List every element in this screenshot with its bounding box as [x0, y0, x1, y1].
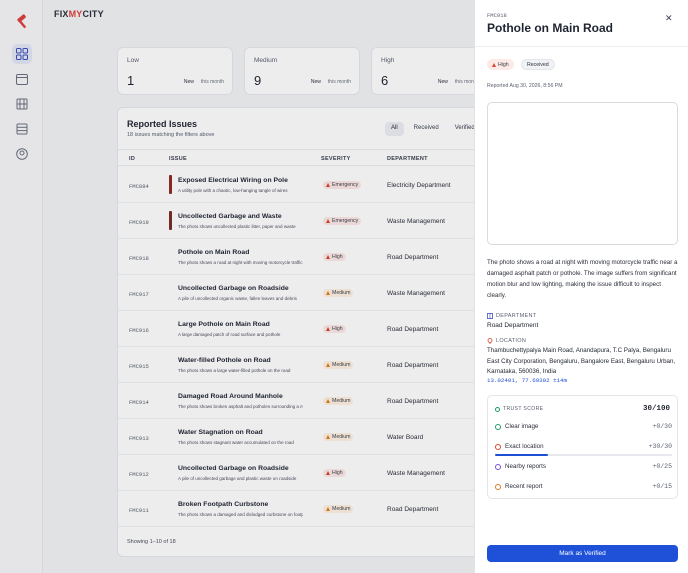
divider [475, 46, 688, 47]
issue-title: Pothole on Main Road [487, 21, 613, 35]
pin-icon [487, 338, 493, 344]
severity-badge: High [487, 59, 514, 70]
trust-score-total: 30/100 [642, 405, 670, 413]
location-coordinates[interactable]: 13.02401, 77.69392 ±14m [487, 377, 567, 384]
trust-item-clear-image: Clear image +0/30 [495, 423, 672, 433]
location-address: Thambuchettypalya Main Road, Anandapura,… [487, 347, 676, 375]
close-icon[interactable]: ✕ [665, 13, 673, 24]
reported-timestamp: Reported Aug 30, 2026, 8:56 PM [487, 83, 563, 89]
status-badge: Received [521, 59, 555, 70]
department-value: Road Department [487, 322, 539, 329]
clock-icon [495, 484, 501, 490]
trust-score-card: TRUST SCORE 30/100 Clear image +0/30 Exa… [487, 395, 678, 499]
trust-item-recent-report: Recent report +0/15 [495, 483, 672, 493]
trust-item-nearby-reports: Nearby reports +0/25 [495, 463, 672, 473]
trust-progress-fill [495, 454, 549, 456]
trust-progress-bar [495, 454, 672, 456]
issue-detail-drawer: FMC918 Pothole on Main Road ✕ High Recei… [474, 0, 688, 573]
building-icon [487, 313, 493, 319]
trust-item-exact-location: Exact location +30/30 [495, 443, 672, 453]
issue-description: The photo shows a road at night with mov… [487, 259, 678, 299]
users-icon [495, 464, 501, 470]
issue-photo[interactable] [487, 102, 678, 245]
department-label: DEPARTMENT [487, 313, 536, 319]
shield-icon [495, 406, 500, 412]
location-label: LOCATION [487, 338, 526, 344]
warning-icon [492, 62, 496, 67]
image-icon [495, 424, 501, 430]
issue-id: FMC918 [487, 12, 507, 19]
location-pin-icon [495, 444, 501, 450]
mark-verified-button[interactable]: Mark as Verified [487, 545, 678, 562]
trust-score-label: TRUST SCORE [495, 406, 543, 412]
